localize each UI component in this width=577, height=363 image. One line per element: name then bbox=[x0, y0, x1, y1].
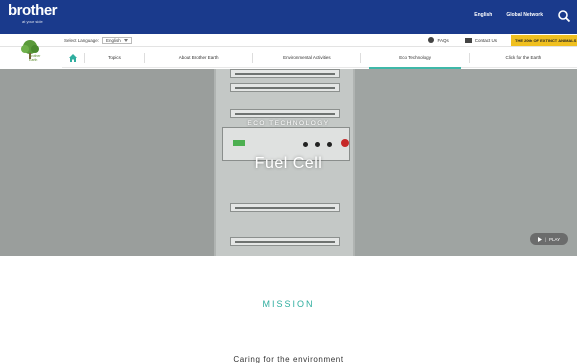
device-knob bbox=[303, 142, 308, 147]
play-icon bbox=[537, 236, 542, 242]
rack-shelf bbox=[230, 83, 340, 92]
device-knob bbox=[327, 142, 332, 147]
utility-links: FAQs Contact Us bbox=[428, 37, 497, 43]
home-link[interactable] bbox=[62, 53, 84, 62]
contact-link[interactable]: Contact Us bbox=[464, 37, 497, 43]
brand-tagline: at your side bbox=[22, 19, 43, 24]
search-icon[interactable] bbox=[557, 9, 571, 23]
chevron-down-icon bbox=[123, 39, 128, 42]
mission-subheading: Caring for the environment bbox=[233, 355, 344, 363]
mission-heading: MISSION bbox=[262, 299, 315, 309]
brother-earth-logo[interactable]: Brother Earth bbox=[20, 37, 48, 65]
language-label: Select Language: bbox=[64, 38, 100, 43]
rack-shelf bbox=[230, 203, 340, 212]
faq-label: FAQs bbox=[437, 37, 449, 43]
brother-logo[interactable]: brother at your side bbox=[8, 2, 58, 25]
top-links: English Global Network bbox=[474, 12, 543, 18]
hero-banner: ECO TECHNOLOGY Fuel Cell | PLAY bbox=[0, 69, 577, 256]
language-selector: Select Language: English bbox=[64, 37, 132, 44]
language-value: English bbox=[106, 38, 121, 43]
logo-line-2: Earth bbox=[29, 58, 38, 62]
rack-shelf bbox=[230, 237, 340, 246]
nav-item-environmental-activities[interactable]: Environmental Activities bbox=[252, 52, 360, 63]
play-divider: | bbox=[544, 236, 546, 242]
top-navigation-bar: brother at your side English Global Netw… bbox=[0, 0, 577, 34]
logo-text: Brother Earth bbox=[29, 54, 40, 62]
home-icon bbox=[69, 53, 77, 62]
brand-name: brother bbox=[8, 2, 58, 19]
question-icon bbox=[428, 37, 435, 43]
nav-item-click-for-earth[interactable]: Click for the Earth bbox=[468, 52, 577, 63]
faq-link[interactable]: FAQs bbox=[428, 37, 449, 43]
play-button[interactable]: | PLAY bbox=[530, 233, 568, 245]
language-link[interactable]: English bbox=[474, 12, 492, 18]
promo-banner[interactable]: THE 20th OF EXTINCT ANIMALS bbox=[511, 35, 577, 46]
nav-item-about[interactable]: About Brother Earth bbox=[143, 52, 252, 63]
device-red-button bbox=[341, 139, 349, 147]
play-label: PLAY bbox=[548, 236, 561, 242]
nav-item-topics[interactable]: Topics bbox=[84, 52, 144, 63]
language-select[interactable]: English bbox=[102, 37, 132, 44]
hero-title: Fuel Cell bbox=[254, 155, 323, 172]
device-indicator bbox=[233, 140, 245, 146]
main-navigation: Topics About Brother Earth Environmental… bbox=[62, 48, 577, 69]
global-network-link[interactable]: Global Network bbox=[506, 12, 543, 18]
device-knob bbox=[315, 142, 320, 147]
contact-label: Contact Us bbox=[474, 37, 497, 43]
mail-icon bbox=[464, 37, 472, 43]
rack-shelf bbox=[230, 109, 340, 118]
utility-bar: Select Language: English FAQs Contact Us… bbox=[0, 34, 577, 47]
rack-shelf bbox=[230, 69, 340, 78]
nav-item-eco-technology[interactable]: Eco Technology bbox=[360, 52, 468, 69]
hero-kicker: ECO TECHNOLOGY bbox=[247, 120, 330, 127]
